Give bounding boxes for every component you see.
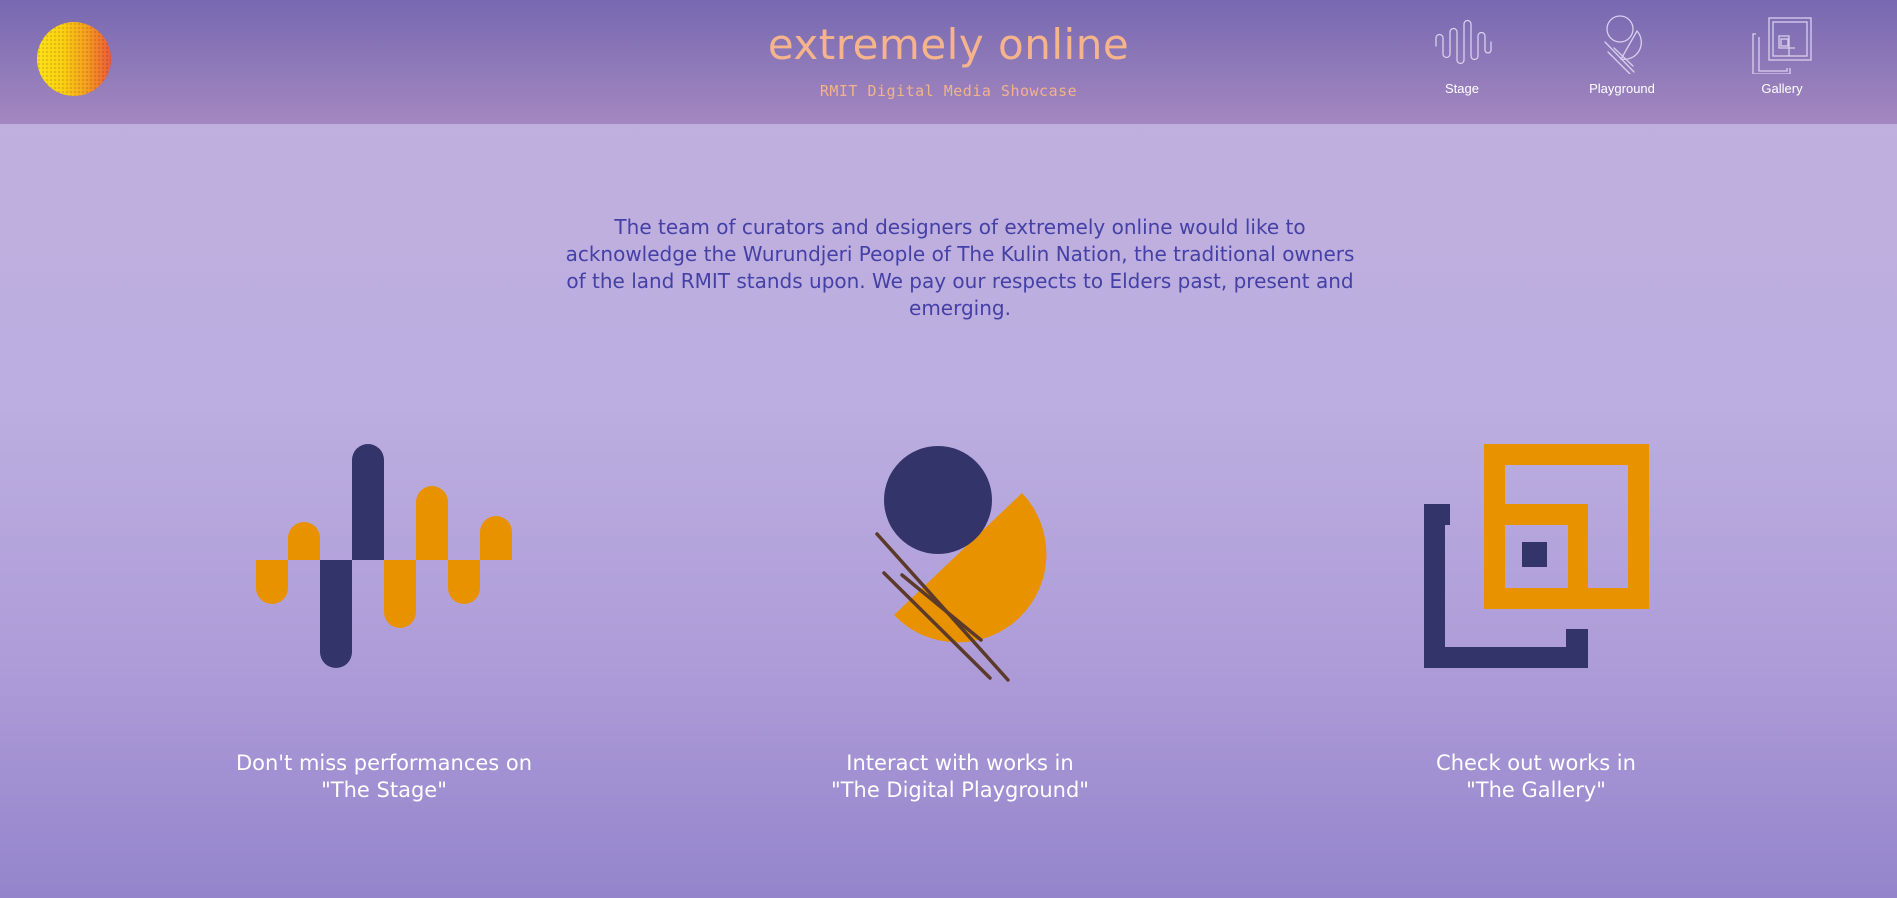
feature-caption-playground[interactable]: Interact with works in "The Digital Play… [770,750,1150,804]
waveform-icon[interactable] [252,440,516,670]
nav-item-playground[interactable]: Playground [1572,14,1672,110]
feature-caption-gallery[interactable]: Check out works in "The Gallery" [1346,750,1726,804]
nested-squares-icon [1752,17,1812,74]
nav-item-stage[interactable]: Stage [1412,14,1512,110]
waveform-icon [1435,19,1492,65]
circle-and-lines-icon [1604,15,1642,74]
caption-line: Check out works in [1436,751,1636,775]
nav-label-playground: Playground [1589,81,1655,96]
caption-line: "The Digital Playground" [831,778,1089,802]
nav-label-stage: Stage [1445,81,1479,96]
nav-label-gallery: Gallery [1761,81,1803,96]
caption-line: Interact with works in [846,751,1074,775]
nav-item-gallery[interactable]: Gallery [1732,14,1832,110]
site-header: extremely online RMIT Digital Media Show… [0,0,1897,124]
feature-caption-stage[interactable]: Don't miss performances on "The Stage" [194,750,574,804]
acknowledgement-text: The team of curators and designers of ex… [565,215,1355,320]
nested-squares-icon[interactable] [1420,440,1654,672]
circle-and-lines-icon[interactable] [872,440,1052,685]
caption-line: "The Gallery" [1466,778,1606,802]
caption-line: "The Stage" [321,778,447,802]
caption-line: Don't miss performances on [235,751,533,775]
